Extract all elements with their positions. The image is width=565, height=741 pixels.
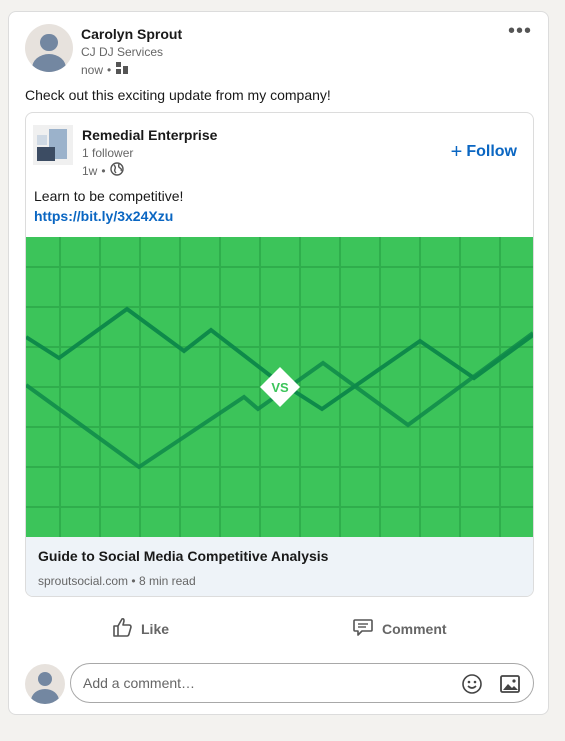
like-button[interactable]: Like	[111, 616, 169, 641]
like-label: Like	[141, 620, 170, 637]
article-title[interactable]: Guide to Social Media Competitive Analys…	[38, 548, 328, 564]
more-options-icon[interactable]: •••	[508, 21, 532, 41]
shared-meta: 1w •	[82, 162, 124, 179]
author-avatar[interactable]	[25, 24, 73, 72]
comment-label: Comment	[382, 620, 447, 637]
article-read-time: 8 min read	[138, 574, 196, 588]
plus-icon: +	[450, 141, 463, 163]
comment-icon	[352, 616, 374, 641]
follow-button[interactable]: + Follow	[450, 141, 517, 163]
image-icon[interactable]	[499, 673, 521, 700]
meta-separator: •	[101, 163, 106, 178]
comment-box[interactable]	[70, 663, 534, 703]
post-text: Check out this exciting update from my c…	[25, 87, 331, 103]
globe-icon	[109, 162, 124, 179]
article-link-preview[interactable]: Guide to Social Media Competitive Analys…	[26, 537, 533, 596]
comment-input[interactable]	[81, 674, 445, 692]
article-domain: sproutsocial.com	[38, 574, 129, 588]
post-card: Carolyn Sprout CJ DJ Services now • ••• …	[8, 11, 549, 715]
meta-separator: •	[131, 574, 139, 588]
article-source: sproutsocial.com • 8 min read	[38, 574, 196, 588]
vs-badge-text: VS	[271, 380, 289, 395]
follow-label: Follow	[466, 143, 517, 160]
meta-separator: •	[107, 62, 112, 77]
comment-button[interactable]: Comment	[352, 616, 447, 641]
company-logo[interactable]	[33, 125, 73, 165]
shared-age: 1w	[82, 163, 98, 178]
company-followers: 1 follower	[82, 146, 134, 160]
people-icon	[115, 61, 129, 78]
author-name[interactable]: Carolyn Sprout	[81, 26, 182, 42]
emoji-icon[interactable]	[461, 673, 483, 700]
article-image[interactable]: VS	[26, 237, 533, 537]
company-name[interactable]: Remedial Enterprise	[82, 127, 217, 143]
post-meta: now •	[81, 61, 129, 78]
current-user-avatar	[25, 664, 65, 704]
post-timestamp: now	[81, 62, 104, 77]
thumbs-up-icon	[111, 616, 133, 641]
author-company: CJ DJ Services	[81, 45, 164, 59]
shared-text: Learn to be competitive!	[34, 188, 184, 204]
shared-post: Remedial Enterprise 1 follower 1w • + Fo…	[25, 112, 534, 597]
shared-link[interactable]: https://bit.ly/3x24Xzu	[34, 208, 173, 224]
